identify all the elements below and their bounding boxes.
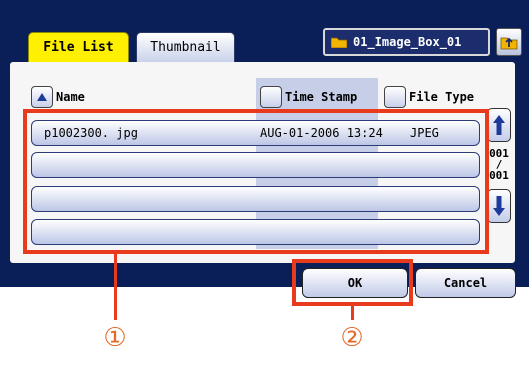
column-time-stamp-label: Time Stamp [285, 90, 358, 104]
page-indicator: 001 / 001 [486, 148, 512, 181]
column-header-file-type[interactable]: File Type [384, 86, 474, 108]
callout-line-2 [351, 306, 354, 320]
sort-name-button[interactable] [31, 86, 53, 108]
column-header-time-stamp[interactable]: Time Stamp [260, 86, 357, 108]
tab-thumbnail[interactable]: Thumbnail [136, 32, 235, 62]
scroll-up-button[interactable] [487, 108, 511, 142]
page-total: 001 [489, 169, 509, 182]
callout-label-2: ② [340, 323, 364, 353]
cancel-button[interactable]: Cancel [415, 268, 516, 298]
sort-file-type-button[interactable] [384, 86, 406, 108]
column-name-label: Name [56, 90, 85, 104]
folder-selector[interactable]: 01_Image_Box_01 [323, 28, 490, 56]
folder-icon [331, 37, 347, 48]
tab-file-list[interactable]: File List [28, 32, 129, 62]
arrow-down-icon [493, 196, 505, 216]
folder-up-icon [500, 37, 518, 50]
column-file-type-label: File Type [409, 90, 475, 104]
callout-box-file-list [23, 109, 489, 254]
callout-box-ok [292, 259, 413, 306]
callout-line-1 [114, 254, 117, 320]
callout-label-1: ① [103, 323, 127, 353]
folder-up-button[interactable] [496, 28, 522, 56]
arrow-up-icon [493, 115, 505, 135]
scroll-down-button[interactable] [487, 189, 511, 223]
triangle-up-icon [37, 93, 47, 101]
column-header-name[interactable]: Name [31, 86, 85, 108]
sort-time-stamp-button[interactable] [260, 86, 282, 108]
folder-name: 01_Image_Box_01 [353, 35, 462, 49]
